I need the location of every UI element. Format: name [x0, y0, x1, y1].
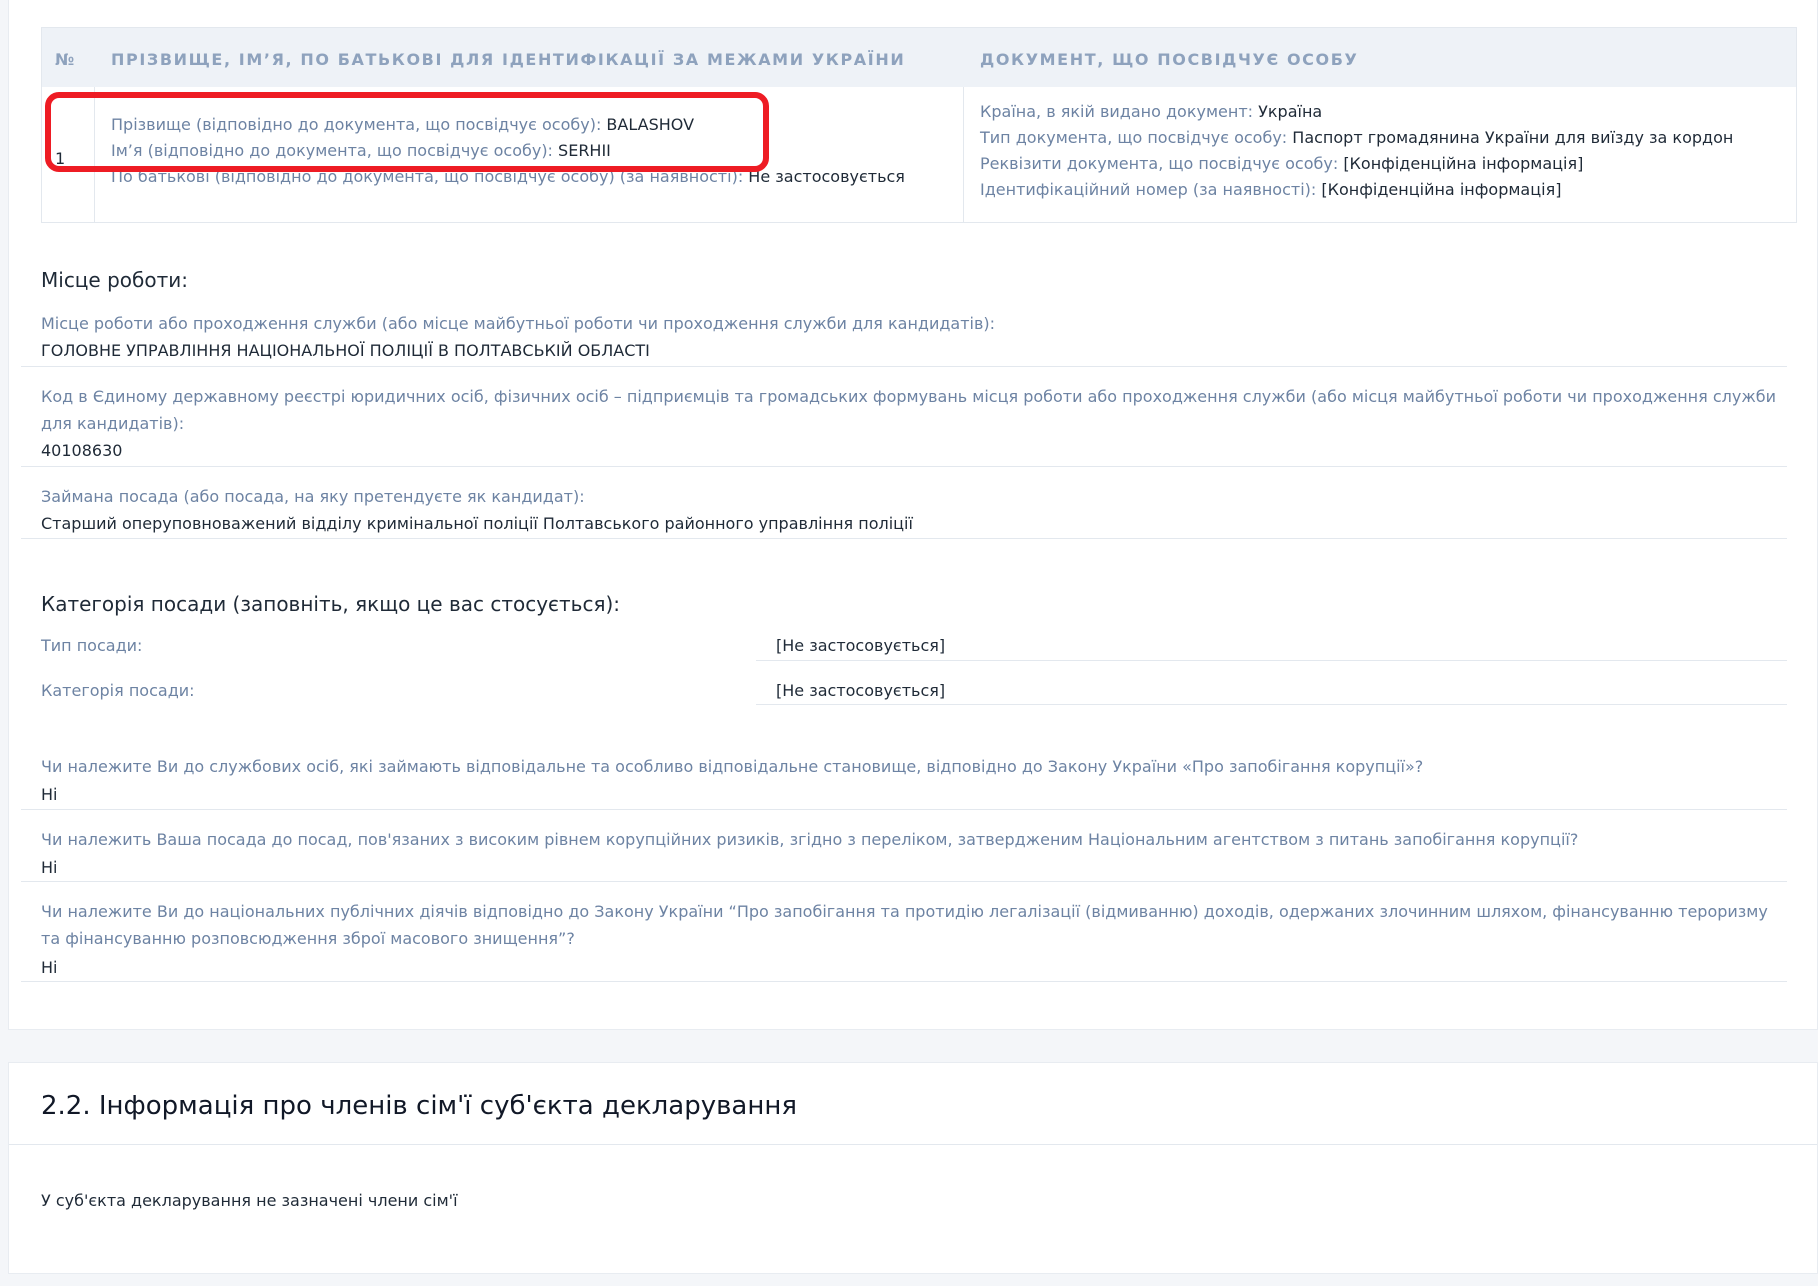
- position-category-label: Категорія посади:: [41, 681, 195, 700]
- table-row: 1 Прізвище (відповідно до документа, що …: [42, 87, 1796, 223]
- position-label: Займана посада (або посада, на яку прете…: [41, 487, 585, 506]
- divider: [21, 981, 1787, 982]
- family-members-card: 2.2. Інформація про членів сім'ї суб'єкт…: [8, 1062, 1818, 1274]
- divider: [21, 538, 1787, 539]
- identification-table: № Прізвище, ім’я, по батькові для іденти…: [41, 27, 1797, 223]
- edr-code-value: 40108630: [41, 441, 123, 460]
- position-category-value: [Не застосовується]: [776, 681, 946, 700]
- divider: [9, 1144, 1817, 1145]
- column-divider: [94, 87, 95, 223]
- country-field: Країна, в якій видано документ: Україна: [980, 102, 1323, 121]
- workplace-value: ГОЛОВНЕ УПРАВЛІННЯ НАЦІОНАЛЬНОЇ ПОЛІЦІЇ …: [41, 341, 650, 360]
- position-type-value: [Не застосовується]: [776, 636, 946, 655]
- surname-field: Прізвище (відповідно до документа, що по…: [111, 115, 695, 134]
- question-pep: Чи належите Ви до національних публічних…: [41, 902, 1768, 948]
- divider: [756, 704, 1787, 705]
- question-corruption-risk: Чи належить Ваша посада до посад, пов'яз…: [41, 830, 1579, 849]
- table-header: № Прізвище, ім’я, по батькові для іденти…: [42, 28, 1796, 87]
- answer-corruption-risk: Ні: [41, 858, 58, 877]
- answer-pep: Ні: [41, 958, 58, 977]
- empty-state-text: У суб'єкта декларування не зазначені чле…: [41, 1191, 458, 1210]
- id-number-field: Ідентифікаційний номер (за наявності): […: [980, 180, 1562, 199]
- declarant-info-card: № Прізвище, ім’я, по батькові для іденти…: [8, 0, 1818, 1030]
- workplace-title: Місце роботи:: [41, 268, 188, 292]
- divider: [756, 660, 1787, 661]
- edr-code-label: Код в Єдиному державному реєстрі юридичн…: [41, 387, 1777, 433]
- patronymic-field: По батькові (відповідно до документа, що…: [111, 167, 905, 186]
- document-type-field: Тип документа, що посвідчує особу: Паспо…: [980, 128, 1734, 147]
- divider: [21, 466, 1787, 467]
- document-requisites-field: Реквізити документа, що посвідчує особу:…: [980, 154, 1584, 173]
- section-title: 2.2. Інформація про членів сім'ї суб'єкт…: [41, 1091, 797, 1121]
- position-type-label: Тип посади:: [41, 636, 143, 655]
- column-header-document: Документ, що посвідчує особу: [980, 50, 1359, 69]
- answer-responsible-position: Ні: [41, 785, 58, 804]
- divider: [21, 809, 1787, 810]
- question-responsible-position: Чи належите Ви до службових осіб, які за…: [41, 757, 1424, 776]
- workplace-label: Місце роботи або проходження служби (або…: [41, 314, 996, 333]
- position-category-title: Категорія посади (заповніть, якщо це вас…: [41, 592, 621, 616]
- divider: [21, 366, 1787, 367]
- column-divider: [963, 87, 964, 223]
- divider: [21, 881, 1787, 882]
- name-field: Ім’я (відповідно до документа, що посвід…: [111, 141, 611, 160]
- position-value: Старший оперуповноважений відділу кримін…: [41, 514, 913, 533]
- row-number: 1: [55, 149, 66, 168]
- column-header-num: №: [55, 50, 76, 69]
- column-header-name: Прізвище, ім’я, по батькові для ідентифі…: [111, 50, 906, 69]
